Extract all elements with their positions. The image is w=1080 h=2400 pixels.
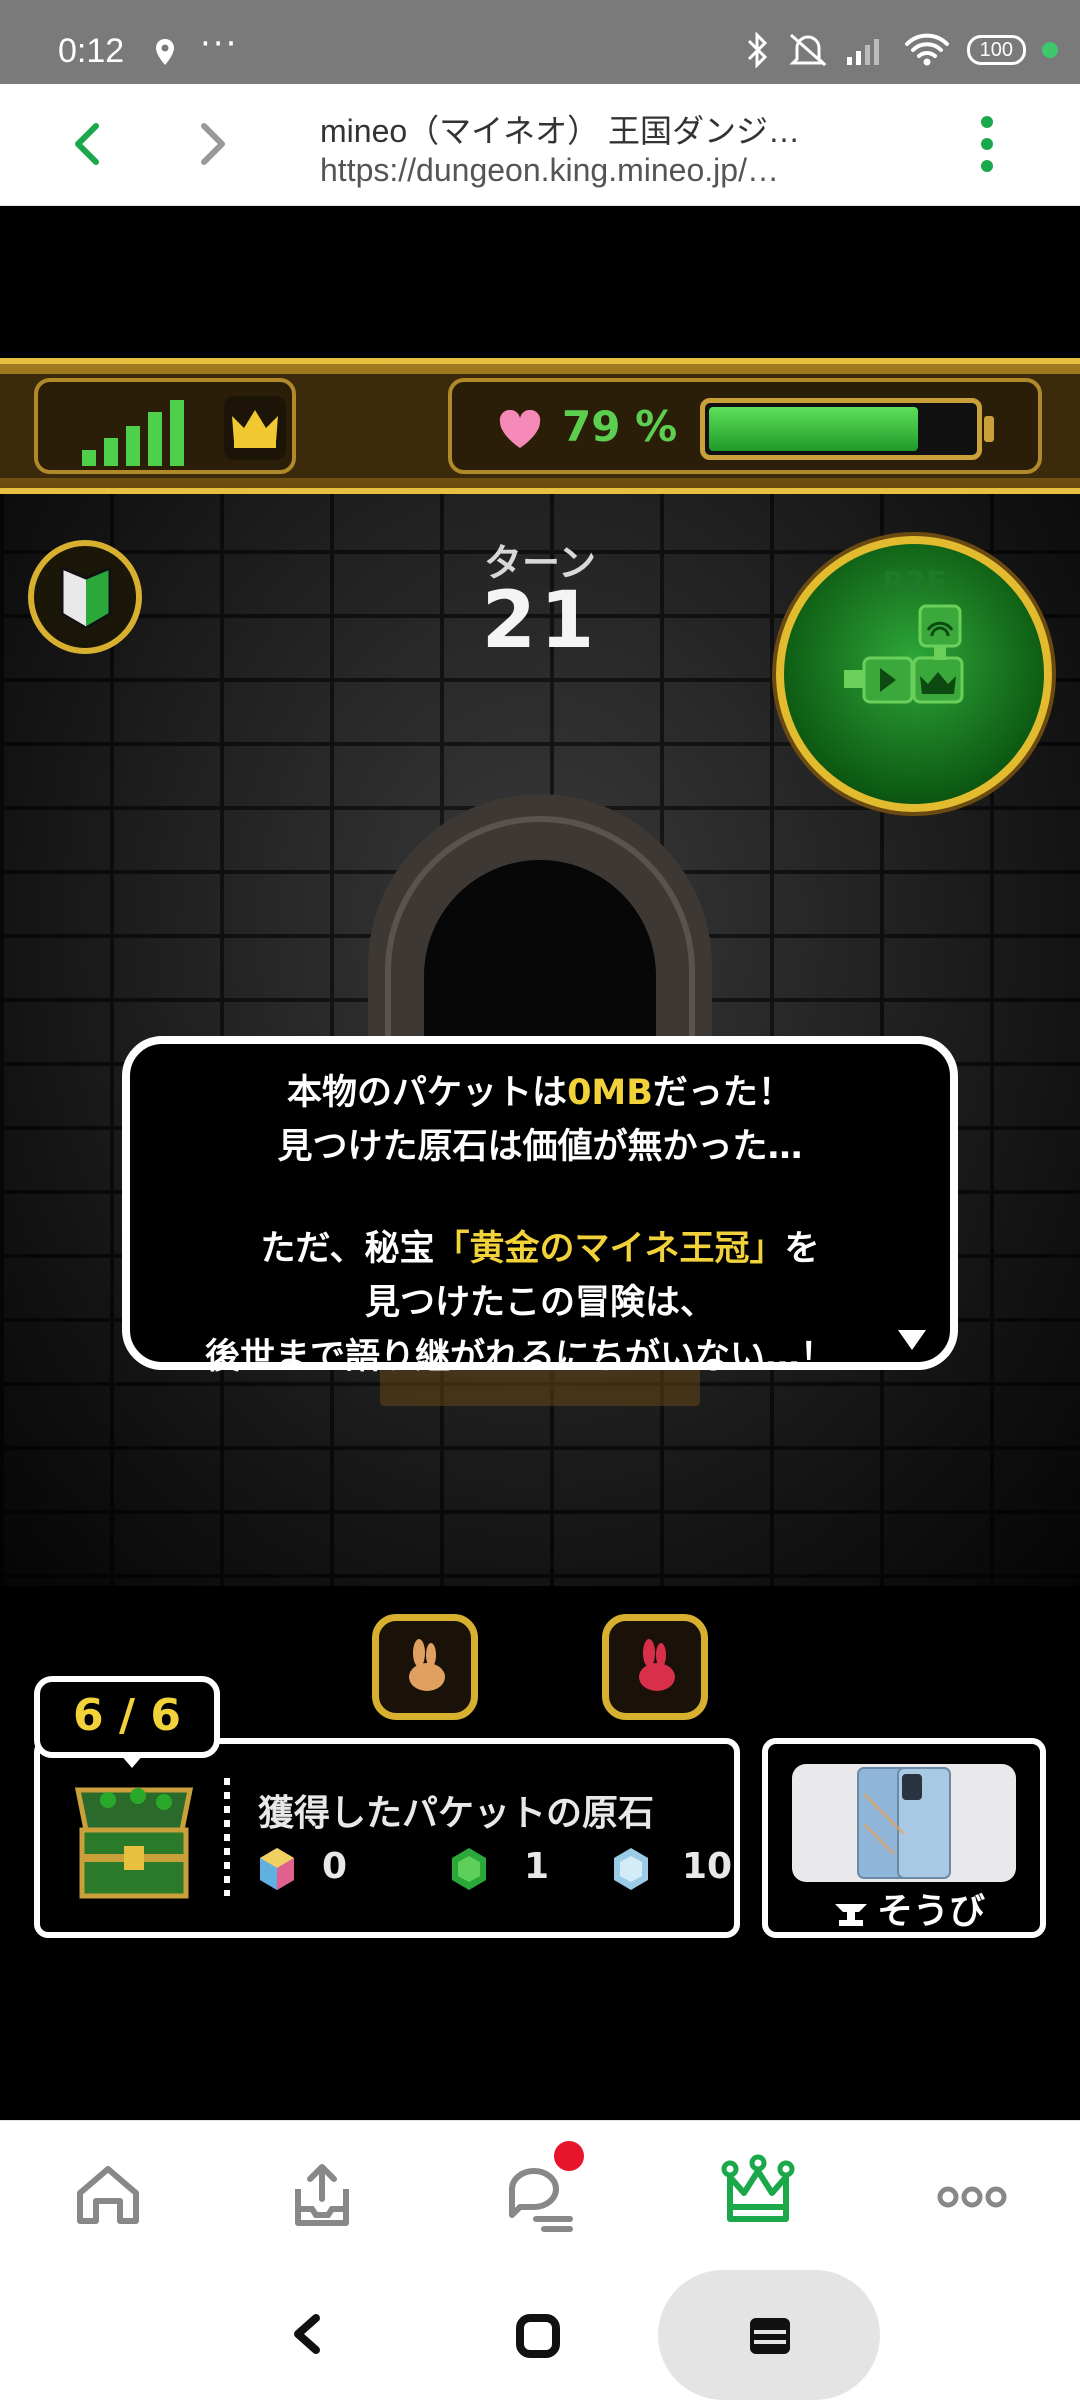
equipped-phone-image	[792, 1764, 1016, 1882]
browser-forward-icon[interactable]	[184, 118, 236, 170]
loot-panel: 獲得したパケットの原石 0 1 10	[34, 1738, 740, 1938]
more-dots-icon	[937, 2186, 1007, 2208]
cell-signal-icon	[846, 39, 879, 65]
bluetooth-icon	[747, 32, 767, 68]
minimap[interactable]: B2F	[776, 536, 1052, 812]
browser-back-icon[interactable]	[64, 118, 116, 170]
screen: 0:12 ··· 100 mineo（マイネオ） 王国ダンジ… https://…	[0, 0, 1080, 2400]
crown-icon	[232, 410, 278, 448]
mute-bell-icon	[789, 33, 827, 67]
page-url[interactable]: https://dungeon.king.mineo.jp/…	[320, 152, 779, 189]
system-recents-icon[interactable]	[748, 2316, 792, 2356]
heart-icon	[499, 410, 541, 448]
rainbow-gem-count: 0	[322, 1846, 348, 1887]
status-icons: 100	[743, 30, 1058, 70]
item-button-orange[interactable]	[372, 1614, 478, 1720]
dialog-line-1: 本物のパケットは0MBだった！	[287, 1073, 793, 1113]
beginner-mark-icon	[60, 568, 112, 628]
rainbow-gem-icon	[260, 1848, 294, 1890]
system-home-icon[interactable]	[514, 2312, 562, 2360]
life-bar	[700, 398, 982, 460]
signal-panel	[34, 378, 296, 474]
bunny-orange-icon	[409, 1639, 445, 1691]
tray-upload-icon	[295, 2164, 349, 2226]
dialog-line-5: 後世まで語り継がれるにちがいない…！	[204, 1337, 835, 1377]
status-hud: 79 %	[0, 358, 1080, 494]
blue-gem-icon	[614, 1848, 648, 1890]
bunny-red-icon	[639, 1639, 675, 1691]
status-bar: 0:12 ··· 100	[0, 0, 1080, 84]
turn-number: 21	[481, 576, 599, 666]
green-gem-count: 1	[524, 1846, 550, 1887]
nav-kingdom[interactable]	[710, 2149, 806, 2245]
dialog-line-4: 見つけたこの冒険は、	[364, 1283, 715, 1323]
nav-packet-share[interactable]	[274, 2149, 370, 2245]
home-icon	[77, 2166, 139, 2224]
notification-dot	[554, 2141, 584, 2171]
item-button-red[interactable]	[602, 1614, 708, 1720]
equipment-button[interactable]: そうび	[762, 1738, 1046, 1938]
loot-counter: 6 / 6	[34, 1676, 220, 1758]
treasure-chest-icon	[74, 1787, 194, 1899]
crown-nav-icon	[721, 2154, 795, 2222]
map-rooms-icon	[844, 604, 964, 704]
dialog-line-2: 見つけた原石は価値が無かった…	[277, 1127, 803, 1167]
signal-strength-icon	[82, 400, 184, 466]
nav-more[interactable]	[924, 2149, 1020, 2245]
equipment-label: そうび	[788, 1882, 1028, 1932]
location-icon	[156, 39, 174, 65]
game-canvas: 79 % ターン 21 B2F 本物のパケットは0MBだった！ 見つけた原石は価…	[0, 206, 1080, 2120]
loot-title: 獲得したパケットの原石	[258, 1793, 655, 1834]
system-back-icon[interactable]	[286, 2312, 330, 2356]
status-time: 0:12	[58, 32, 125, 70]
nav-home[interactable]	[60, 2149, 156, 2245]
app-bottom-nav	[0, 2120, 1080, 2268]
message-dialog[interactable]: 本物のパケットは0MBだった！ 見つけた原石は価値が無かった… ただ、秘宝「黄金…	[122, 1036, 958, 1377]
privacy-indicator-dot	[1042, 42, 1058, 58]
blue-gem-count: 10	[682, 1846, 733, 1887]
floor-label: B2F	[882, 566, 947, 601]
smartphone-icon	[857, 1767, 951, 1879]
wifi-icon	[904, 33, 949, 66]
life-bar-fill	[709, 407, 918, 451]
browser-toolbar: mineo（マイネオ） 王国ダンジ… https://dungeon.king.…	[0, 84, 1080, 206]
kebab-menu-icon[interactable]	[975, 114, 999, 174]
system-nav-bar	[0, 2268, 1080, 2400]
green-gem-icon	[452, 1848, 486, 1890]
life-panel: 79 %	[448, 378, 1042, 474]
battery-icon: 100	[966, 35, 1026, 65]
life-percent: 79 %	[562, 402, 678, 451]
dialog-line-3: ただ、秘宝「黄金のマイネ王冠」を	[260, 1229, 820, 1269]
page-title[interactable]: mineo（マイネオ） 王国ダンジ…	[320, 106, 800, 152]
anvil-icon	[834, 1904, 867, 1926]
continue-arrow-icon	[898, 1330, 926, 1350]
beginner-badge[interactable]	[28, 540, 142, 654]
status-more-dots: ···	[200, 24, 239, 64]
